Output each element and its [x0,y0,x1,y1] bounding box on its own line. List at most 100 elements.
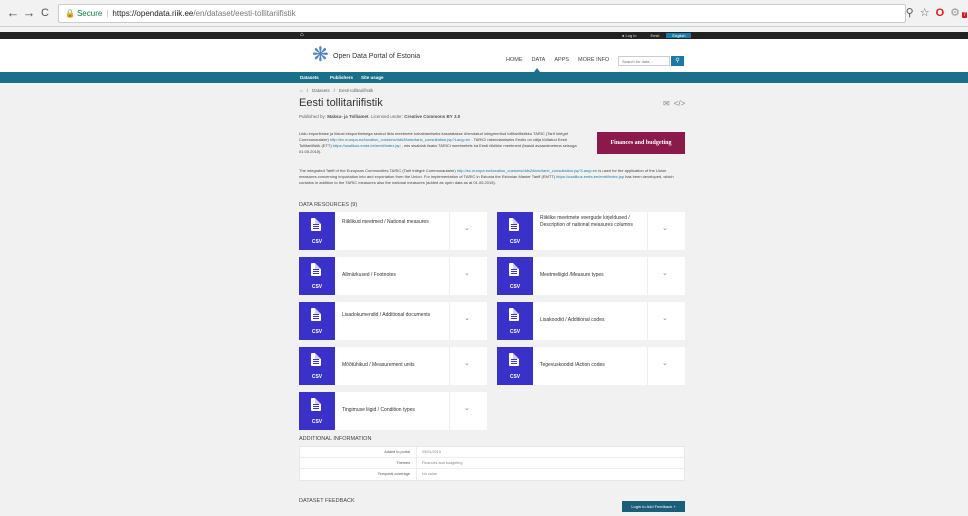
chevron-down-icon[interactable]: ⌄ [464,359,470,367]
bookmark-star-icon[interactable]: ☆ [920,7,930,19]
chevron-down-icon[interactable]: ⌄ [662,269,668,277]
resource-title[interactable]: Riiklikud meetmed / National measures [342,219,442,226]
logo-icon[interactable]: ❋ [312,45,329,65]
breadcrumb-separator: / [333,88,336,93]
emtt-link[interactable]: https://usalikus.emta.ee/emtt/index.jsp [556,174,624,179]
subnav-publishers[interactable]: Publishers [330,72,353,83]
license-name[interactable]: Creative Commons BY 3.0 [404,114,460,119]
info-row: Added to portal 09/01/2015 [300,447,684,458]
sub-navigation: Datasets Publishers Site usage [0,72,968,83]
main-nav: HOME DATA APPS MORE INFO [506,57,618,63]
site-header: ❋ Open Data Portal of Estonia HOME DATA AP… [0,39,968,72]
page-title: Eesti tollitariifistik [299,97,383,109]
logo-text[interactable]: Open Data Portal of Estonia [333,53,420,60]
resource-title[interactable]: Tingimuse liigid / Condition types [342,407,442,414]
subnav-datasets[interactable]: Datasets [300,72,319,83]
subnav-site-usage[interactable]: Site usage [361,72,384,83]
resource-title[interactable]: Lisakoodid / Additional codes [540,317,640,324]
search-button[interactable]: ⚲ [671,56,684,66]
resource-title[interactable]: Lisadokumendid / Additional documents [342,312,442,319]
additional-info-heading: ADDITIONAL INFORMATION [299,436,372,442]
lock-icon: 🔒 [65,9,75,18]
additional-info-table: Added to portal 09/01/2015 Themes Finances… [299,446,685,481]
chevron-down-icon[interactable]: ⌄ [662,224,668,232]
dataset-feedback-heading: DATASET FEEDBACK [299,498,355,504]
url-host: https://opendata.riik.ee [112,9,194,18]
resource-card[interactable]: CSV Lisakoodid / Additional codes ⌄ [497,302,685,340]
format-label: CSV [311,284,323,290]
nav-more-info[interactable]: MORE INFO [578,57,609,63]
home-icon[interactable]: ⌂ [300,32,304,39]
published-prefix: Published by: [299,114,327,119]
reload-button[interactable]: C [38,5,52,21]
site-topbar: ⌂ ● Log in Eesti English [0,32,968,39]
forward-button[interactable]: → [22,5,36,21]
breadcrumb-home-icon[interactable]: ⌂ [300,88,303,93]
taric-link[interactable]: http://ec.europa.eu/taxation_customs/dds… [457,168,597,173]
zoom-icon[interactable]: ⚲ [906,7,914,19]
taric-link[interactable]: http://ec.europa.eu/taxation_customs/dds… [330,137,470,142]
breadcrumb-datasets[interactable]: Datasets [312,88,330,93]
info-key: Themes [396,461,410,465]
info-key: Added to portal [384,450,410,454]
resource-card[interactable]: CSV Meetmeliigid /Measure types ⌄ [497,257,685,295]
resource-card[interactable]: CSV Mõõtühikud / Measurement units ⌄ [299,347,487,385]
embed-code-icon[interactable]: </> [674,99,686,108]
publisher-name[interactable]: Maksu- ja Tolliamet [327,114,368,119]
browser-actions: ⚲ ☆ O ⚙ 7 [900,6,967,19]
address-bar[interactable]: 🔒 Secure | https://opendata.riik.ee/en/data… [58,4,906,23]
chevron-down-icon[interactable]: ⌄ [464,269,470,277]
nav-apps[interactable]: APPS [554,57,569,63]
csv-file-icon: CSV [299,347,335,385]
login-link[interactable]: ● Log in [622,33,643,38]
resource-card[interactable]: CSV Allmärkused / Footnotes ⌄ [299,257,487,295]
resource-title[interactable]: Mõõtühikud / Measurement units [342,362,442,369]
csv-file-icon: CSV [497,257,533,295]
login-to-add-feedback-button[interactable]: Login to Add Feedback + [622,501,685,512]
csv-file-icon: CSV [299,392,335,430]
info-row: Themes Finances and budgeting [300,458,684,469]
resource-title[interactable]: Riiklike meetmete veergude kirjeldused /… [540,215,640,229]
browser-toolbar: ← → C 🔒 Secure | https://opendata.riik.ee/e… [0,0,968,27]
publisher-line: Published by: Maksu- ja Tolliamet. Licen… [299,114,461,119]
opera-icon[interactable]: O [936,7,945,19]
csv-file-icon: CSV [497,302,533,340]
format-label: CSV [311,419,323,425]
url-separator: | [106,9,109,18]
info-value: 09/01/2015 [422,450,442,454]
format-label: CSV [311,374,323,380]
extension-badge: 7 [962,12,967,18]
email-icon[interactable]: ✉ [663,99,670,108]
lang-eesti[interactable]: Eesti [650,33,659,38]
breadcrumb-current: Eesti tollitariifistik [339,88,374,93]
title-actions: ✉ </> [659,99,685,108]
breadcrumb: ⌂ / Datasets / Eesti tollitariifistik [300,88,377,93]
chevron-down-icon[interactable]: ⌄ [662,314,668,322]
resource-card[interactable]: CSV Lisadokumendid / Additional document… [299,302,487,340]
resource-card[interactable]: CSV Tegevuskoodid /Action codes ⌄ [497,347,685,385]
emtt-link[interactable]: https://usalikus.emta.ee/emtt/index.jsp [333,143,401,148]
search-input[interactable] [618,56,670,66]
extension-icon[interactable]: ⚙ 7 [950,7,967,19]
nav-data[interactable]: DATA [532,57,546,63]
format-label: CSV [311,329,323,335]
resource-title[interactable]: Meetmeliigid /Measure types [540,272,640,279]
resource-title[interactable]: Allmärkused / Footnotes [342,272,442,279]
data-resources-heading: DATA RESOURCES (9) [299,202,358,208]
chevron-down-icon[interactable]: ⌄ [464,314,470,322]
resource-card[interactable]: CSV Riiklike meetmete veergude kirjeldus… [497,212,685,250]
back-button[interactable]: ← [6,5,20,21]
resource-card[interactable]: CSV Riiklikud meetmed / National measure… [299,212,487,250]
secure-label: Secure [76,9,103,18]
nav-home[interactable]: HOME [506,57,523,63]
info-row: Temporal coverage No value [300,469,684,480]
chevron-down-icon[interactable]: ⌄ [464,404,470,412]
info-value: No value [422,472,437,476]
resource-title[interactable]: Tegevuskoodid /Action codes [540,362,640,369]
topic-badge[interactable]: Finances and budgeting [597,132,685,154]
chevron-down-icon[interactable]: ⌄ [464,224,470,232]
resource-card[interactable]: CSV Tingimuse liigid / Condition types ⌄ [299,392,487,430]
chevron-down-icon[interactable]: ⌄ [662,359,668,367]
lang-english[interactable]: English [666,33,692,38]
format-label: CSV [509,374,521,380]
